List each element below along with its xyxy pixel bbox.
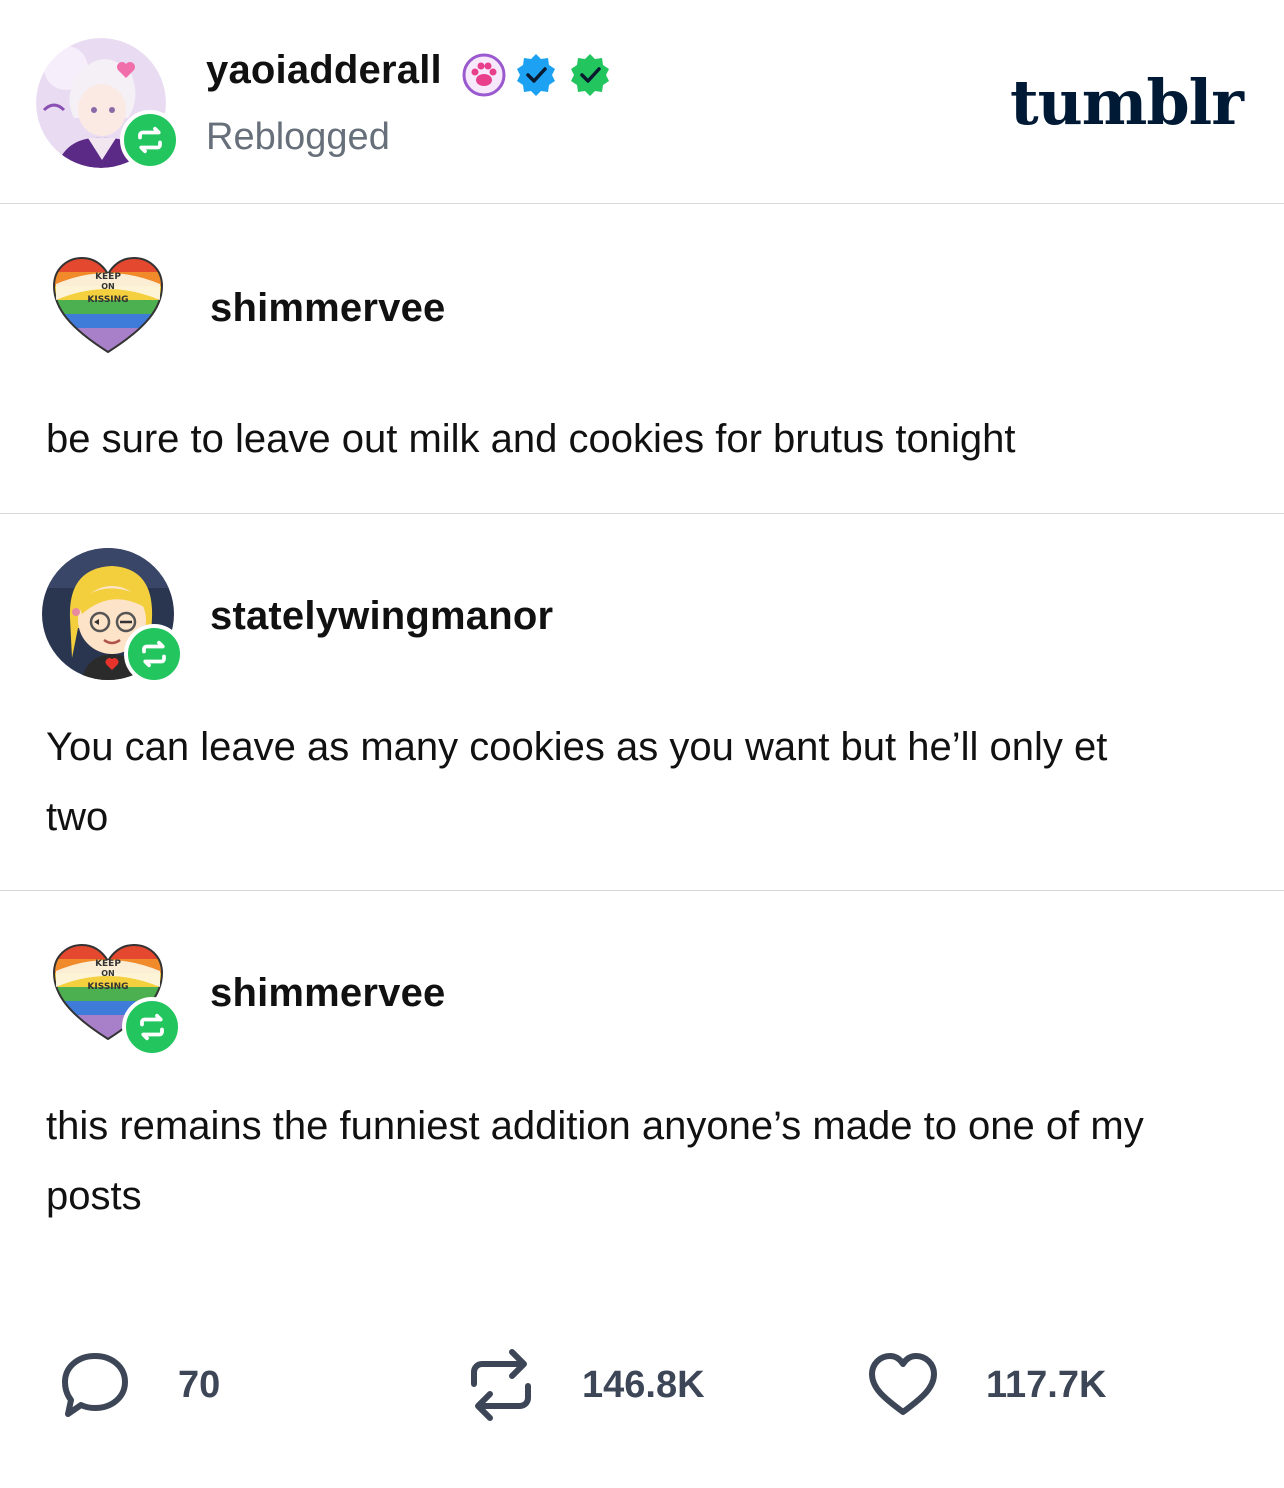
shimmervee-avatar[interactable]: KEEP ON KISSING bbox=[50, 943, 182, 1057]
speech-bubble-icon bbox=[62, 1353, 128, 1417]
svg-text:KEEP: KEEP bbox=[95, 959, 121, 969]
reblog-badge-icon bbox=[120, 110, 180, 170]
heart-avatar-image: KEEP ON KISSING bbox=[52, 256, 164, 354]
svg-text:KISSING: KISSING bbox=[87, 982, 128, 992]
post-1-text: be sure to leave out milk and cookies fo… bbox=[46, 417, 1016, 461]
blue-check-icon bbox=[517, 54, 555, 96]
post-section-1: KEEP ON KISSING shimmervee be sure to le… bbox=[0, 204, 1284, 514]
svg-text:KISSING: KISSING bbox=[87, 295, 128, 305]
header-username[interactable]: yaoiadderall bbox=[206, 48, 442, 93]
svg-text:KEEP: KEEP bbox=[95, 272, 121, 282]
reblogged-label: Reblogged bbox=[206, 116, 390, 158]
reply-action[interactable]: 70 bbox=[58, 1348, 220, 1422]
reblog-count: 146.8K bbox=[582, 1363, 705, 1406]
post-3-text: this remains the funniest addition anyon… bbox=[46, 1104, 1144, 1218]
yaoiadderall-avatar[interactable] bbox=[36, 38, 180, 173]
post-section-2: statelywingmanor You can leave as many c… bbox=[0, 514, 1284, 891]
reblog-action[interactable]: 146.8K bbox=[466, 1348, 705, 1422]
green-check-icon bbox=[571, 54, 609, 96]
post-3-username[interactable]: shimmervee bbox=[210, 971, 445, 1016]
like-count: 117.7K bbox=[986, 1363, 1107, 1406]
shimmervee-avatar[interactable]: KEEP ON KISSING bbox=[50, 256, 166, 363]
reblog-badge-icon bbox=[122, 997, 182, 1057]
post-section-3: KEEP ON KISSING shimmervee this remains … bbox=[0, 891, 1284, 1331]
reblog-badge-icon bbox=[124, 624, 184, 684]
like-action[interactable]: 117.7K bbox=[866, 1348, 1106, 1422]
svg-text:ON: ON bbox=[101, 969, 115, 978]
post-1-username[interactable]: shimmervee bbox=[210, 286, 445, 331]
heart-icon bbox=[869, 1353, 937, 1415]
paw-icon bbox=[462, 53, 506, 97]
tumblr-logo[interactable]: tumblr bbox=[1010, 66, 1244, 139]
post-2-text: You can leave as many cookies as you wan… bbox=[46, 725, 1108, 839]
user-badges bbox=[462, 51, 614, 99]
reply-count: 70 bbox=[178, 1363, 221, 1406]
post-2-username[interactable]: statelywingmanor bbox=[210, 594, 553, 639]
post-header: yaoiadderall Reblogged tumblr bbox=[0, 0, 1284, 204]
reblog-icon bbox=[471, 1349, 531, 1421]
statelywingmanor-avatar[interactable] bbox=[42, 548, 184, 685]
svg-text:ON: ON bbox=[101, 282, 115, 291]
post-footer: 70 146.8K 117.7K bbox=[0, 1340, 1284, 1430]
